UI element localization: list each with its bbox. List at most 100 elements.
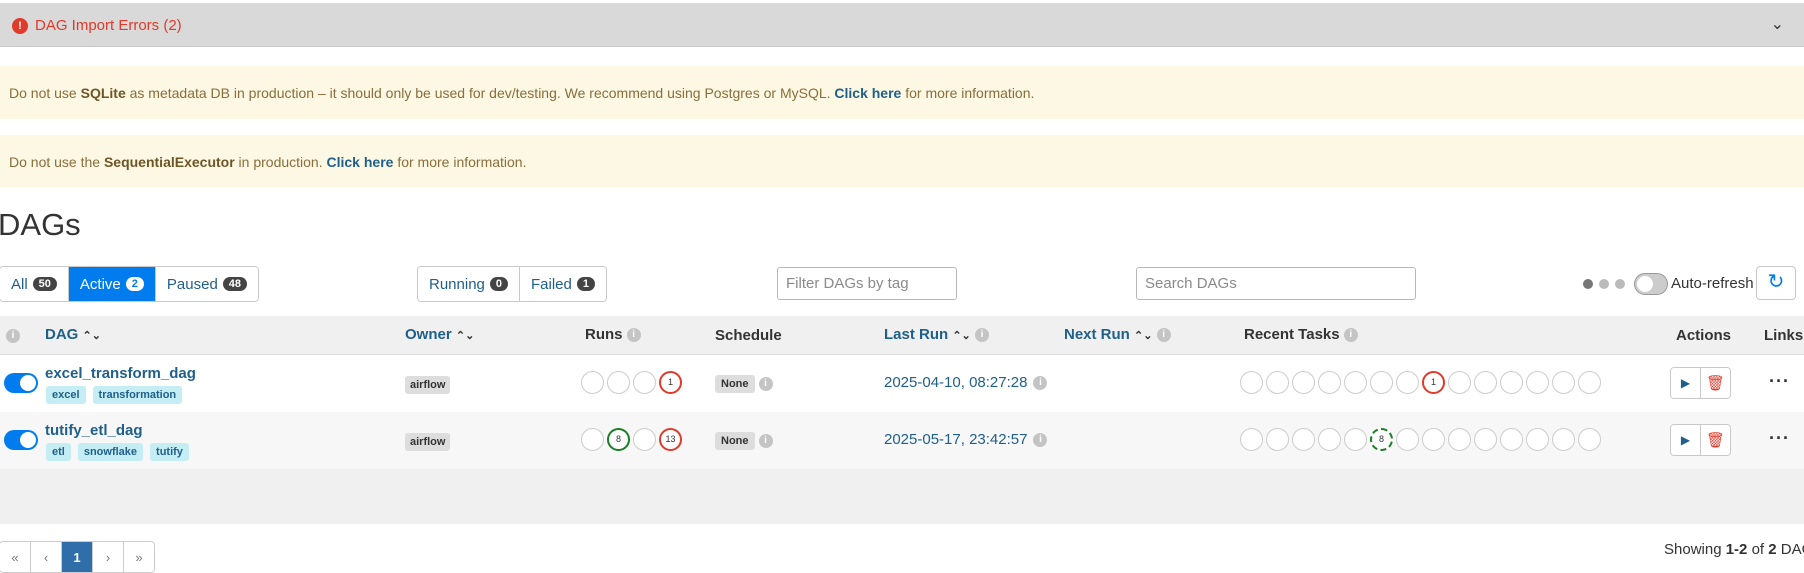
- sqlite-click-here-link[interactable]: Click here: [834, 85, 901, 101]
- info-icon[interactable]: i: [758, 377, 773, 391]
- info-icon[interactable]: i: [974, 328, 989, 343]
- table-row: excel_transform_dag excel transformation…: [0, 355, 1804, 413]
- task-state-circle[interactable]: [1396, 428, 1419, 451]
- delete-dag-button[interactable]: 🗑: [1701, 368, 1730, 398]
- task-state-circle[interactable]: [1448, 371, 1471, 394]
- run-success-circle[interactable]: 8: [607, 428, 630, 451]
- first-page-button[interactable]: «: [0, 542, 31, 572]
- task-state-circle[interactable]: [1266, 428, 1289, 451]
- search-input[interactable]: [1136, 267, 1416, 300]
- run-state-filter-group: Running 0 Failed 1: [417, 266, 607, 302]
- info-icon[interactable]: i: [1033, 432, 1048, 447]
- task-state-circle[interactable]: [1240, 371, 1263, 394]
- trigger-dag-button[interactable]: ▶: [1671, 368, 1701, 398]
- status-filter-group: All 50 Active 2 Paused 48: [0, 266, 260, 302]
- run-failed-circle[interactable]: 1: [659, 371, 682, 394]
- auto-refresh-toggle[interactable]: [1634, 273, 1668, 295]
- task-state-circle[interactable]: [1500, 371, 1523, 394]
- task-state-circle[interactable]: [1500, 428, 1523, 451]
- task-state-circle[interactable]: [1318, 428, 1341, 451]
- info-icon[interactable]: i: [1033, 375, 1048, 390]
- dag-name-link[interactable]: tutify_etl_dag: [45, 422, 143, 439]
- task-state-circle[interactable]: [1318, 371, 1341, 394]
- task-state-circle[interactable]: [1344, 371, 1367, 394]
- dag-actions: ▶ 🗑: [1670, 424, 1731, 456]
- task-state-circle[interactable]: [1422, 428, 1445, 451]
- task-state-circle[interactable]: [1396, 371, 1419, 394]
- import-errors-title[interactable]: DAG Import Errors (2): [35, 17, 182, 34]
- task-state-circle[interactable]: [1370, 371, 1393, 394]
- task-state-circle[interactable]: [1292, 428, 1315, 451]
- last-run-cell: 2025-04-10, 08:27:28 i: [884, 374, 1048, 391]
- last-run-link[interactable]: 2025-05-17, 23:42:57: [884, 431, 1027, 448]
- dag-pause-toggle[interactable]: [4, 430, 38, 450]
- dag-tag[interactable]: snowflake: [77, 443, 144, 461]
- info-icon[interactable]: i: [626, 328, 641, 343]
- dag-tag[interactable]: etl: [46, 443, 71, 461]
- task-state-circle[interactable]: [1292, 371, 1315, 394]
- filter-active-button[interactable]: Active 2: [68, 267, 156, 301]
- owner-badge[interactable]: airflow: [405, 433, 451, 451]
- dag-tag[interactable]: tutify: [150, 443, 189, 461]
- dag-pause-toggle[interactable]: [4, 373, 38, 393]
- run-failed-circle[interactable]: 13: [659, 428, 682, 451]
- more-links-icon[interactable]: ···: [1769, 371, 1790, 392]
- column-next-run[interactable]: Next Run ⌃⌄ i: [1064, 326, 1171, 343]
- task-state-circle[interactable]: [1474, 371, 1497, 394]
- prev-page-button[interactable]: ‹: [31, 542, 62, 572]
- sort-icon: ⌃⌄: [952, 330, 971, 342]
- tag-filter-input[interactable]: [777, 267, 957, 300]
- dag-name-link[interactable]: excel_transform_dag: [45, 365, 196, 382]
- import-errors-bar[interactable]: ! DAG Import Errors (2) ⌄: [0, 3, 1804, 47]
- filter-failed-button[interactable]: Failed 1: [520, 267, 606, 301]
- run-state-circle[interactable]: [607, 371, 630, 394]
- info-icon[interactable]: i: [1343, 328, 1358, 343]
- dag-tag[interactable]: excel: [46, 386, 86, 404]
- more-links-icon[interactable]: ···: [1769, 428, 1790, 449]
- refresh-icon: ↻: [1767, 271, 1785, 293]
- column-dag[interactable]: DAG ⌃⌄: [45, 326, 101, 343]
- task-state-circle[interactable]: [1474, 428, 1497, 451]
- task-state-circle[interactable]: [1526, 428, 1549, 451]
- executor-click-here-link[interactable]: Click here: [327, 154, 394, 170]
- task-state-circle[interactable]: [1578, 428, 1601, 451]
- pagination: « ‹ 1 › »: [0, 541, 155, 573]
- task-state-circle[interactable]: [1526, 371, 1549, 394]
- run-state-circle[interactable]: [633, 428, 656, 451]
- column-recent-tasks: Recent Tasks i: [1244, 326, 1358, 343]
- run-state-circle[interactable]: [633, 371, 656, 394]
- results-count: Showing 1-2 of 2 DAG: [1664, 541, 1804, 558]
- column-last-run[interactable]: Last Run ⌃⌄ i: [884, 326, 989, 343]
- task-state-circle[interactable]: [1578, 371, 1601, 394]
- refresh-button[interactable]: ↻: [1756, 266, 1796, 300]
- last-page-button[interactable]: »: [124, 542, 154, 572]
- dag-tag[interactable]: transformation: [92, 386, 183, 404]
- column-owner[interactable]: Owner ⌃⌄: [405, 326, 474, 343]
- task-failed-circle[interactable]: 1: [1422, 371, 1445, 394]
- delete-dag-button[interactable]: 🗑: [1701, 425, 1730, 455]
- trigger-dag-button[interactable]: ▶: [1671, 425, 1701, 455]
- column-actions: Actions: [1676, 327, 1732, 344]
- info-icon[interactable]: i: [6, 329, 20, 344]
- info-icon[interactable]: i: [1156, 328, 1171, 343]
- error-icon: !: [12, 18, 28, 34]
- run-state-circle[interactable]: [581, 371, 604, 394]
- dag-actions: ▶ 🗑: [1670, 367, 1731, 399]
- last-run-link[interactable]: 2025-04-10, 08:27:28: [884, 374, 1027, 391]
- task-state-circle[interactable]: [1266, 371, 1289, 394]
- task-state-circle[interactable]: [1552, 428, 1575, 451]
- task-state-circle[interactable]: [1552, 371, 1575, 394]
- filter-running-button[interactable]: Running 0: [418, 267, 521, 301]
- filter-all-button[interactable]: All 50: [0, 267, 69, 301]
- task-state-circle[interactable]: [1344, 428, 1367, 451]
- page-1-button[interactable]: 1: [62, 542, 93, 572]
- next-page-button[interactable]: ›: [93, 542, 124, 572]
- run-state-circle[interactable]: [581, 428, 604, 451]
- task-state-circle[interactable]: [1448, 428, 1471, 451]
- task-state-circle[interactable]: [1240, 428, 1263, 451]
- filter-paused-button[interactable]: Paused 48: [155, 267, 259, 301]
- owner-badge[interactable]: airflow: [405, 376, 451, 394]
- info-icon[interactable]: i: [758, 434, 773, 448]
- task-success-circle[interactable]: 8: [1370, 428, 1393, 451]
- chevron-down-icon[interactable]: ⌄: [1771, 14, 1784, 34]
